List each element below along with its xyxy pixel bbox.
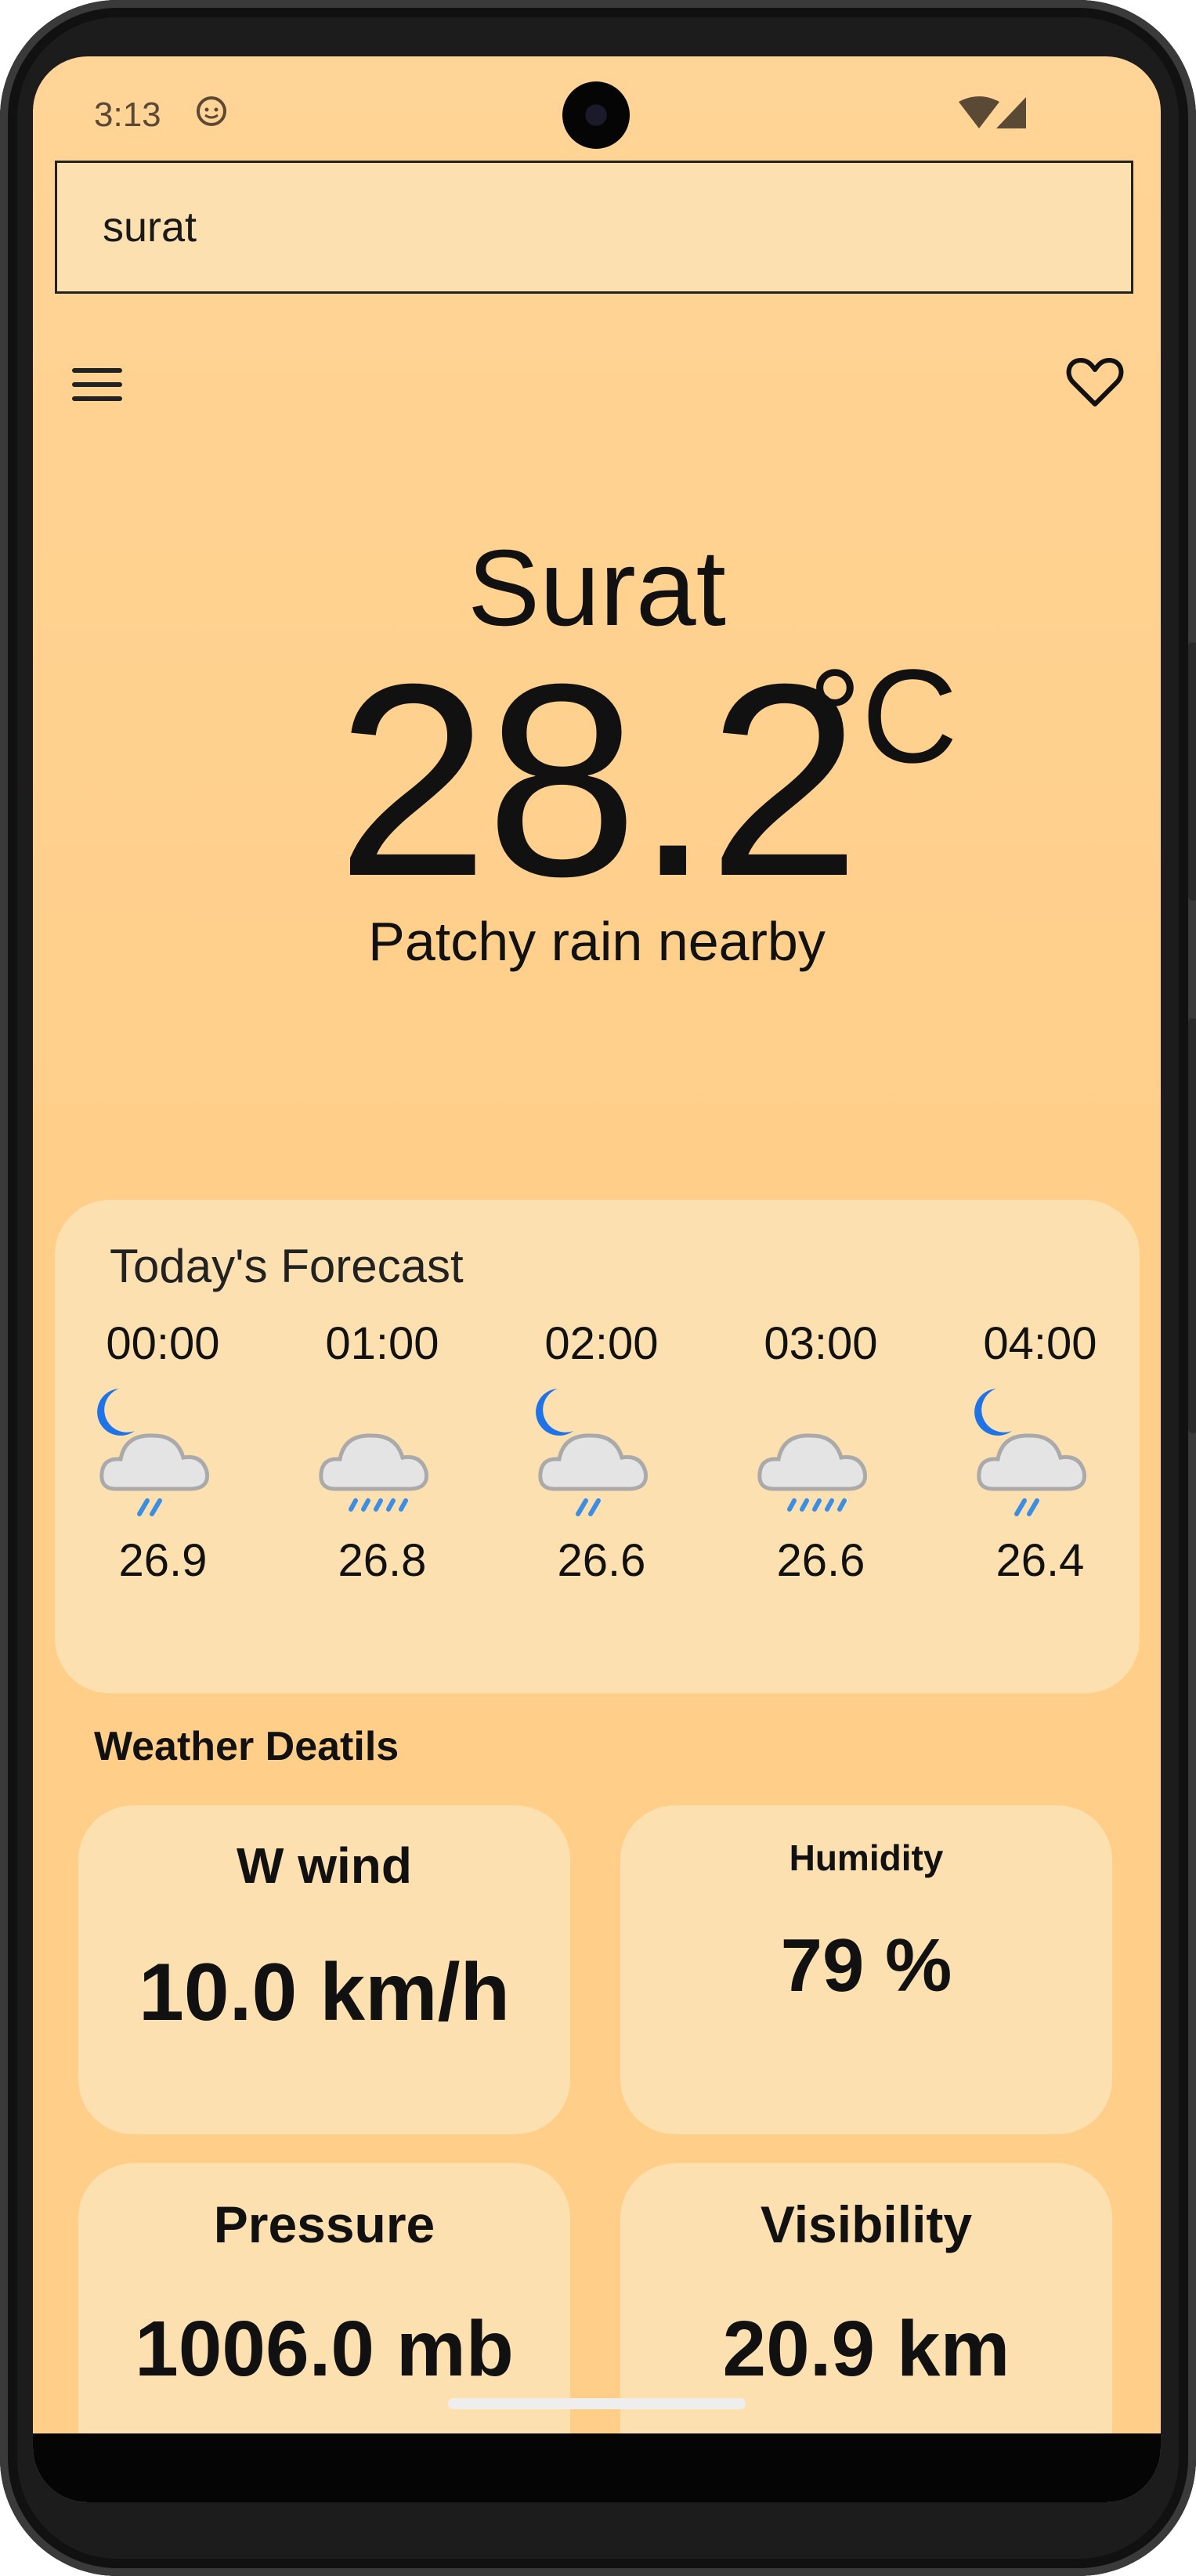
favorite-heart-icon[interactable] — [1065, 352, 1125, 412]
details-title: Weather Deatils — [94, 1724, 399, 1769]
home-gesture-bar[interactable] — [448, 2398, 746, 2409]
forecast-card: Today's Forecast 00:00 26.9 01:00 26.8 0… — [55, 1200, 1140, 1693]
current-temperature: 28.2 — [336, 627, 860, 934]
hour-item: 00:00 26.9 — [77, 1317, 249, 1587]
hour-time: 04:00 — [983, 1318, 1097, 1369]
hour-time: 02:00 — [544, 1318, 659, 1369]
hour-item: 01:00 26.8 — [296, 1317, 468, 1587]
city-search-field[interactable] — [55, 161, 1133, 294]
hour-item: 04:00 26.4 — [954, 1317, 1126, 1587]
weather-condition: Patchy rain nearby — [368, 911, 826, 972]
hour-temperature: 26.9 — [118, 1535, 208, 1586]
navigation-bar — [33, 2433, 1161, 2502]
visibility-label: Visibility — [760, 2195, 973, 2253]
status-time: 3:13 — [94, 96, 161, 134]
hour-temperature: 26.4 — [995, 1535, 1085, 1586]
phone-frame: 3:13 Surat 28.2 °C Patchy rain nearby — [0, 0, 1196, 2576]
menu-icon[interactable] — [70, 362, 125, 409]
hour-temperature: 26.8 — [338, 1535, 427, 1586]
hour-temperature: 26.6 — [557, 1535, 646, 1586]
app-screen: 3:13 Surat 28.2 °C Patchy rain nearby — [33, 56, 1161, 2502]
signal-icon — [959, 96, 1026, 128]
temperature-block: 28.2 °C — [33, 632, 1161, 930]
front-camera — [562, 81, 630, 149]
hour-item: 02:00 26.6 — [515, 1317, 688, 1587]
humidity-label: Humidity — [789, 1837, 944, 1878]
humidity-tile: Humidity 79 % — [620, 1805, 1112, 2134]
hour-time: 00:00 — [106, 1318, 220, 1369]
wind-value: 10.0 km/h — [138, 1947, 511, 2038]
wind-label: W wind — [237, 1837, 412, 1894]
temperature-unit: °C — [808, 642, 958, 791]
humidity-value: 79 % — [780, 1924, 952, 2007]
night-rain-icon — [97, 1389, 210, 1516]
night-rain-icon — [536, 1389, 649, 1516]
hour-time: 03:00 — [764, 1318, 878, 1369]
wind-tile: W wind 10.0 km/h — [78, 1805, 570, 2134]
notification-icon — [197, 96, 226, 126]
visibility-value: 20.9 km — [722, 2305, 1010, 2393]
hour-temperature: 26.6 — [776, 1535, 865, 1586]
pressure-value: 1006.0 mb — [135, 2305, 514, 2393]
cloud-rain-icon — [757, 1433, 868, 1512]
night-rain-icon — [974, 1389, 1087, 1516]
cloud-rain-icon — [319, 1433, 429, 1512]
pressure-label: Pressure — [213, 2195, 435, 2253]
volume-button — [1188, 1018, 1196, 1433]
city-search-input[interactable] — [57, 163, 1131, 291]
power-button — [1188, 642, 1196, 901]
forecast-title: Today's Forecast — [110, 1240, 464, 1292]
hour-time: 01:00 — [325, 1318, 439, 1369]
hour-item: 03:00 26.6 — [735, 1317, 907, 1587]
